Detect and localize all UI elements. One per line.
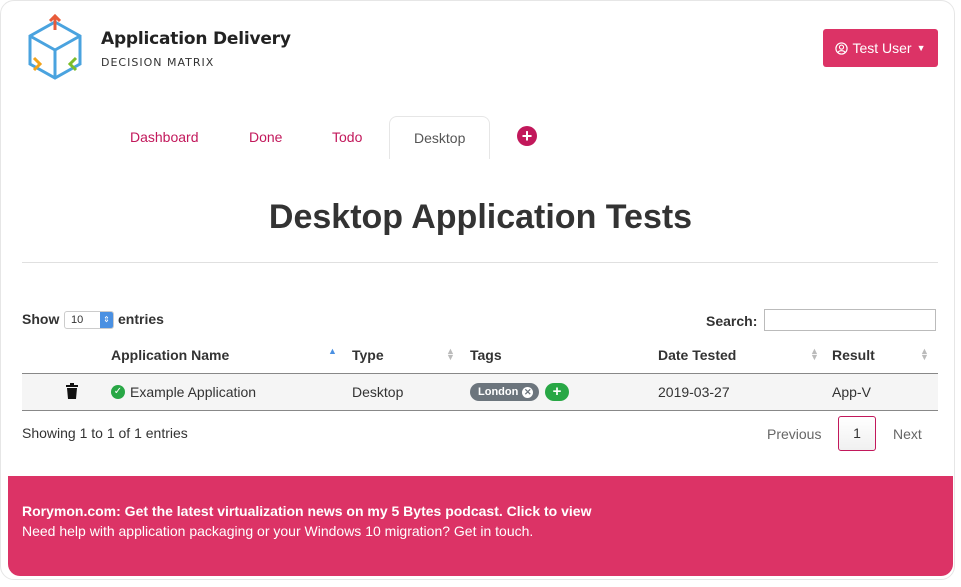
- brand-subtitle: DECISION MATRIX: [101, 56, 215, 69]
- footer-banner[interactable]: Rorymon.com: Get the latest virtualizati…: [8, 476, 953, 576]
- column-tags: Tags: [470, 347, 502, 363]
- search-label: Search:: [706, 313, 758, 329]
- remove-tag-icon[interactable]: ✕: [522, 386, 534, 398]
- trash-icon[interactable]: [65, 383, 79, 399]
- user-menu-label: Test User: [852, 40, 912, 56]
- caret-down-icon: ▼: [916, 43, 926, 53]
- footer-podcast-link[interactable]: Rorymon.com: Get the latest virtualizati…: [22, 503, 591, 519]
- sort-icon[interactable]: ▲ ▼: [446, 347, 455, 362]
- table-info: Showing 1 to 1 of 1 entries: [22, 425, 188, 441]
- entries-value: 10: [71, 314, 84, 326]
- sort-asc-icon[interactable]: ▲: [328, 347, 337, 356]
- user-menu-button[interactable]: Test User ▼: [823, 29, 938, 67]
- footer-contact-text[interactable]: Need help with application packaging or …: [22, 523, 533, 539]
- divider: [22, 262, 938, 263]
- date-tested-cell: 2019-03-27: [658, 384, 730, 400]
- tag-badge[interactable]: London ✕: [470, 383, 540, 401]
- type-cell: Desktop: [352, 384, 404, 400]
- cube-logo-icon: [28, 14, 82, 80]
- previous-button[interactable]: Previous: [767, 426, 821, 442]
- entries-label: entries: [118, 311, 164, 327]
- select-arrows-icon: ⇕: [100, 312, 113, 328]
- page-title: Desktop Application Tests: [268, 198, 693, 236]
- tag-label: London: [478, 386, 519, 398]
- column-result[interactable]: Result: [832, 347, 875, 363]
- sort-icon[interactable]: ▲ ▼: [920, 347, 929, 362]
- column-date-tested[interactable]: Date Tested: [658, 347, 736, 363]
- table-header: Application Name ▲ Type ▲ ▼ Tags Date Tes…: [22, 340, 938, 374]
- column-type[interactable]: Type: [352, 347, 384, 363]
- tab-done[interactable]: Done: [249, 116, 282, 158]
- entries-select[interactable]: 10 ⇕: [64, 311, 114, 329]
- tab-todo[interactable]: Todo: [332, 116, 362, 158]
- tab-dashboard[interactable]: Dashboard: [130, 116, 199, 158]
- sort-icon[interactable]: ▲ ▼: [810, 347, 819, 362]
- application-name-cell[interactable]: Example Application: [130, 384, 256, 400]
- brand-title: Application Delivery: [101, 29, 291, 49]
- check-circle-icon: ✓: [111, 385, 125, 399]
- show-label: Show: [22, 311, 60, 327]
- result-cell: App-V: [832, 384, 871, 400]
- page-1-button[interactable]: 1: [838, 416, 876, 451]
- tab-bar: Dashboard Done Todo Desktop +: [112, 116, 572, 160]
- add-tag-icon[interactable]: +: [545, 383, 569, 401]
- user-circle-icon: [835, 41, 849, 55]
- plus-circle-icon[interactable]: +: [517, 126, 537, 146]
- search-input[interactable]: [764, 309, 936, 331]
- tab-desktop[interactable]: Desktop: [389, 116, 491, 159]
- column-application-name[interactable]: Application Name: [111, 347, 229, 363]
- next-button[interactable]: Next: [893, 426, 922, 442]
- table-row: ✓ Example Application Desktop London ✕ +…: [22, 374, 938, 411]
